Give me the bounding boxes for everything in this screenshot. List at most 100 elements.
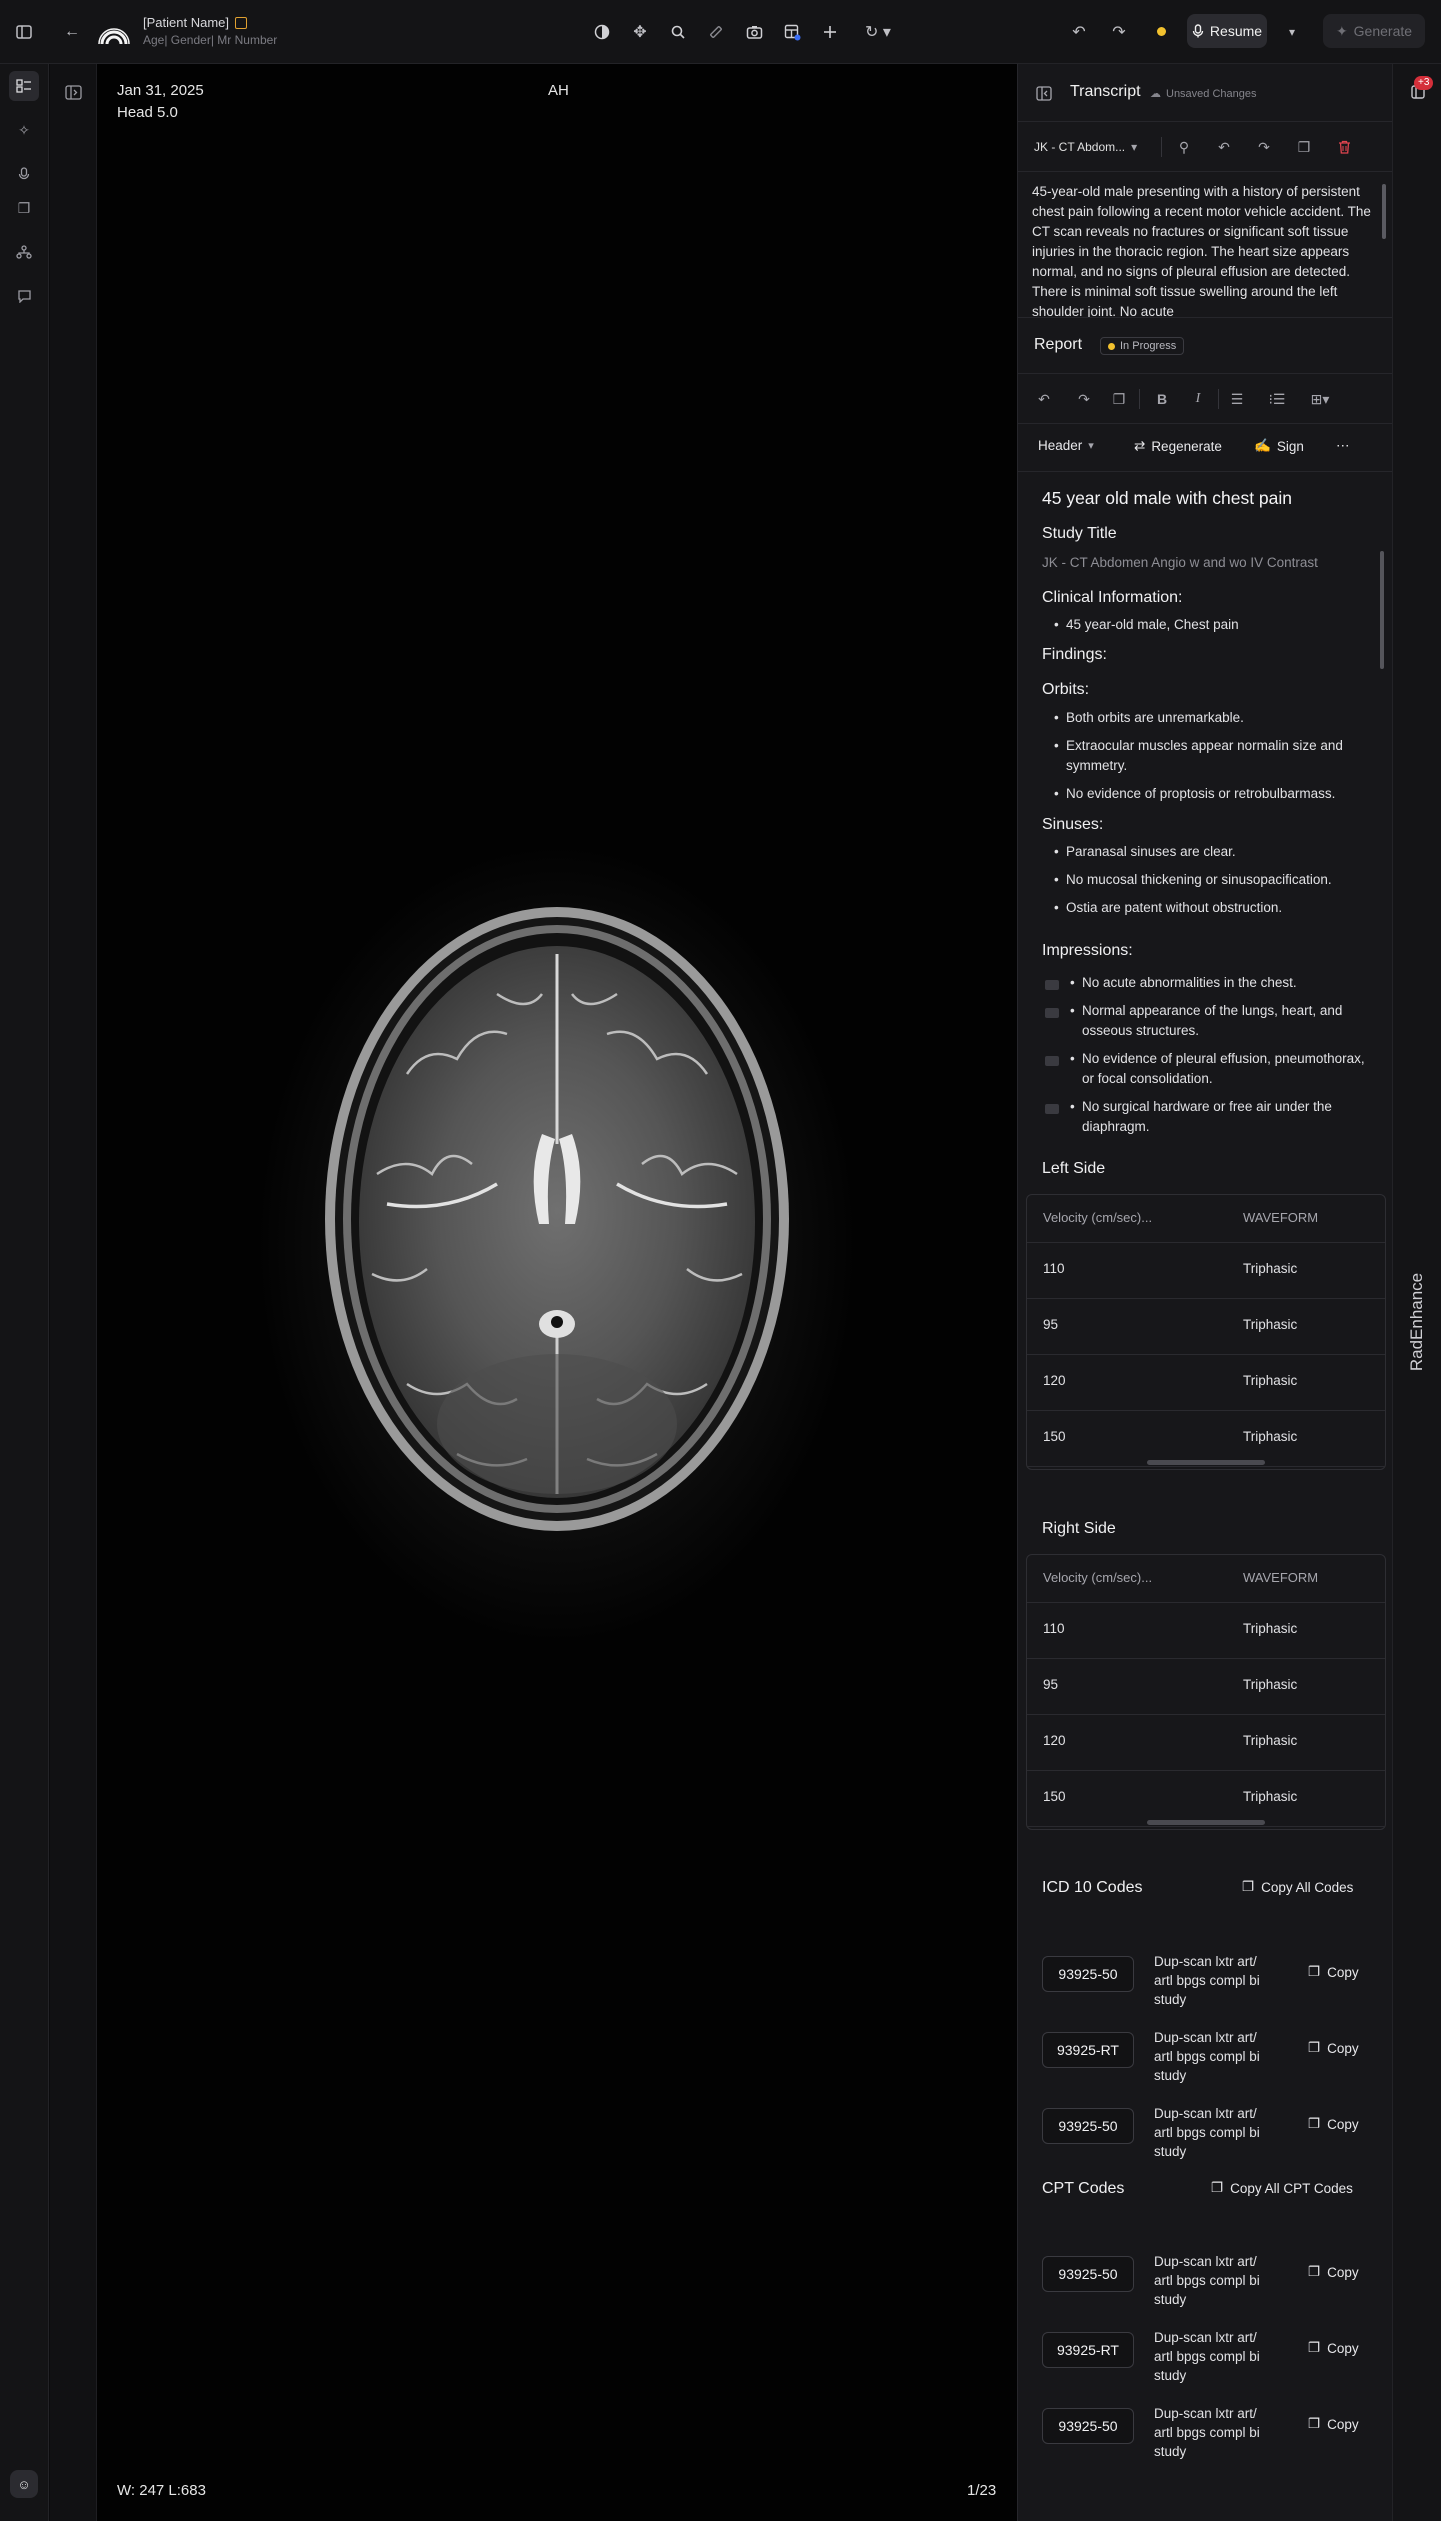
radenhance-tab[interactable]: RadEnhance bbox=[1407, 1273, 1427, 1371]
waveform-cell: Triphasic bbox=[1243, 1317, 1298, 1332]
cloud-off-icon: ☁ bbox=[1150, 88, 1161, 100]
copy-code-button[interactable]: ❐ Copy bbox=[1308, 2040, 1359, 2056]
drag-handle-icon[interactable] bbox=[1045, 1104, 1059, 1114]
back-arrow-icon[interactable]: ← bbox=[56, 16, 88, 48]
undo-icon[interactable]: ↶ bbox=[1210, 133, 1238, 161]
right-side-table[interactable]: Velocity (cm/sec)... WAVEFORM 110 Triphas… bbox=[1026, 1554, 1386, 1830]
regenerate-button[interactable]: ⇄ Regenerate bbox=[1134, 438, 1222, 454]
velocity-cell: 110 bbox=[1043, 1261, 1065, 1276]
redo-icon[interactable]: ↷ bbox=[1250, 133, 1278, 161]
column-header[interactable]: WAVEFORM bbox=[1243, 1570, 1318, 1585]
generate-button[interactable]: ✦ Generate bbox=[1323, 14, 1425, 48]
impression-item: Normal appearance of the lungs, heart, a… bbox=[1070, 1001, 1372, 1041]
code-pill[interactable]: 93925-RT bbox=[1042, 2332, 1134, 2368]
table-row[interactable]: 150 Triphasic bbox=[1027, 1411, 1385, 1467]
code-pill[interactable]: 93925-50 bbox=[1042, 2256, 1134, 2292]
copy-code-button[interactable]: ❐ Copy bbox=[1308, 2116, 1359, 2132]
pin-icon[interactable]: ⚲ bbox=[1170, 133, 1198, 161]
copy-stack-icon[interactable]: ❐ bbox=[9, 193, 39, 223]
copy-label: Copy bbox=[1327, 2416, 1359, 2432]
code-pill[interactable]: 93925-50 bbox=[1042, 2108, 1134, 2144]
copy-code-button[interactable]: ❐ Copy bbox=[1308, 1964, 1359, 1980]
left-side-table[interactable]: Velocity (cm/sec)... WAVEFORM 110 Triphas… bbox=[1026, 1194, 1386, 1470]
hierarchy-icon[interactable] bbox=[9, 237, 39, 267]
pan-icon[interactable]: ✥ bbox=[624, 16, 656, 48]
italic-icon[interactable]: I bbox=[1184, 385, 1212, 413]
header-select[interactable]: Header ▾ bbox=[1038, 438, 1094, 453]
resume-button[interactable]: Resume bbox=[1187, 14, 1267, 48]
table-row[interactable]: 120 Triphasic bbox=[1027, 1355, 1385, 1411]
drag-handle-icon[interactable] bbox=[1045, 980, 1059, 990]
study-select[interactable]: JK - CT Abdom... ▾ bbox=[1026, 133, 1156, 161]
undo-icon[interactable]: ↶ bbox=[1030, 385, 1058, 413]
bold-icon[interactable]: B bbox=[1148, 385, 1176, 413]
chat-icon[interactable] bbox=[9, 281, 39, 311]
patient-flag-icon[interactable] bbox=[235, 16, 247, 29]
align-left-icon[interactable]: ☰ bbox=[1223, 385, 1251, 413]
zoom-icon[interactable] bbox=[662, 16, 694, 48]
table-scrollbar[interactable] bbox=[1147, 1460, 1265, 1465]
user-avatar[interactable]: ☺ bbox=[10, 2470, 38, 2498]
copy-code-button[interactable]: ❐ Copy bbox=[1308, 2416, 1359, 2432]
table-row[interactable]: 110 Triphasic bbox=[1027, 1243, 1385, 1299]
table-row[interactable]: 110 Triphasic bbox=[1027, 1603, 1385, 1659]
table-scrollbar[interactable] bbox=[1147, 1820, 1265, 1825]
rotate-dropdown-icon[interactable]: ↻ ▾ bbox=[858, 16, 898, 48]
sidebar-toggle-icon[interactable] bbox=[8, 16, 40, 48]
panel-expand-icon[interactable] bbox=[59, 78, 87, 106]
chevron-down-icon[interactable]: ▾ bbox=[1276, 16, 1308, 48]
right-side-title: Right Side bbox=[1042, 1520, 1116, 1537]
more-options-icon[interactable]: ⋯ bbox=[1336, 438, 1350, 454]
layout-icon[interactable] bbox=[776, 16, 808, 48]
copy-code-button[interactable]: ❐ Copy bbox=[1308, 2264, 1359, 2280]
measure-icon[interactable] bbox=[700, 16, 732, 48]
transcript-text[interactable]: 45-year-old male presenting with a histo… bbox=[1018, 172, 1392, 317]
column-header[interactable]: Velocity (cm/sec)... bbox=[1043, 1210, 1152, 1225]
code-pill[interactable]: 93925-RT bbox=[1042, 2032, 1134, 2068]
cpt-code-row: 93925-50 Dup-scan lxtr art/ artl bpgs co… bbox=[1018, 2250, 1392, 2326]
copy-code-button[interactable]: ❐ Copy bbox=[1308, 2340, 1359, 2356]
copy-icon[interactable]: ❐ bbox=[1290, 133, 1318, 161]
image-viewer[interactable]: Jan 31, 2025 Head 5.0 AH W: 247 L:683 1/… bbox=[97, 64, 1017, 2521]
copy-label: Copy bbox=[1327, 2116, 1359, 2132]
drag-handle-icon[interactable] bbox=[1045, 1008, 1059, 1018]
table-row[interactable]: 95 Triphasic bbox=[1027, 1299, 1385, 1355]
redo-icon[interactable]: ↷ bbox=[1103, 16, 1135, 48]
code-pill[interactable]: 93925-50 bbox=[1042, 2408, 1134, 2444]
drag-handle-icon[interactable] bbox=[1045, 1056, 1059, 1066]
report-editor[interactable]: 45 year old male with chest pain Study T… bbox=[1018, 472, 1392, 2521]
undo-icon[interactable]: ↶ bbox=[1063, 16, 1095, 48]
column-header[interactable]: WAVEFORM bbox=[1243, 1210, 1318, 1225]
magic-wand-icon[interactable]: ✧ bbox=[9, 115, 39, 145]
column-header[interactable]: Velocity (cm/sec)... bbox=[1043, 1570, 1152, 1585]
contrast-icon[interactable] bbox=[586, 16, 618, 48]
report-scrollbar[interactable] bbox=[1380, 551, 1384, 669]
code-description: Dup-scan lxtr art/ artl bpgs compl bi st… bbox=[1154, 2106, 1260, 2159]
collapse-panel-icon[interactable] bbox=[1030, 79, 1058, 107]
report-panel: Transcript ☁ Unsaved Changes JK - CT Abdo… bbox=[1017, 64, 1392, 2521]
sinuses-label: Sinuses: bbox=[1042, 816, 1104, 833]
table-row[interactable]: 120 Triphasic bbox=[1027, 1715, 1385, 1771]
velocity-cell: 150 bbox=[1043, 1429, 1066, 1444]
add-icon[interactable] bbox=[814, 16, 846, 48]
waveform-cell: Triphasic bbox=[1243, 1621, 1298, 1636]
camera-icon[interactable] bbox=[738, 16, 770, 48]
table-icon[interactable]: ⊞▾ bbox=[1300, 385, 1340, 413]
copy-all-codes-button[interactable]: ❐ Copy All Codes bbox=[1242, 1879, 1353, 1895]
copy-icon[interactable]: ❐ bbox=[1105, 385, 1133, 413]
redo-icon[interactable]: ↷ bbox=[1070, 385, 1098, 413]
sinuses-item: No mucosal thickening or sinusopacificat… bbox=[1054, 870, 1366, 890]
bullet-list-icon[interactable]: ⁝☰ bbox=[1263, 385, 1291, 413]
microphone-icon[interactable] bbox=[9, 159, 39, 189]
transcript-scrollbar[interactable] bbox=[1382, 184, 1386, 239]
worklist-icon[interactable] bbox=[9, 71, 39, 101]
copy-all-cpt-button[interactable]: ❐ Copy All CPT Codes bbox=[1211, 2180, 1353, 2196]
table-row[interactable]: 95 Triphasic bbox=[1027, 1659, 1385, 1715]
sign-button[interactable]: ✍ Sign bbox=[1254, 438, 1304, 454]
waveform-cell: Triphasic bbox=[1243, 1261, 1298, 1276]
table-row[interactable]: 150 Triphasic bbox=[1027, 1771, 1385, 1827]
patient-info[interactable]: [Patient Name] Age| Gender| Mr Number bbox=[143, 15, 277, 47]
icd10-title: ICD 10 Codes bbox=[1042, 1879, 1143, 1896]
code-pill[interactable]: 93925-50 bbox=[1042, 1956, 1134, 1992]
trash-icon[interactable] bbox=[1330, 133, 1358, 161]
